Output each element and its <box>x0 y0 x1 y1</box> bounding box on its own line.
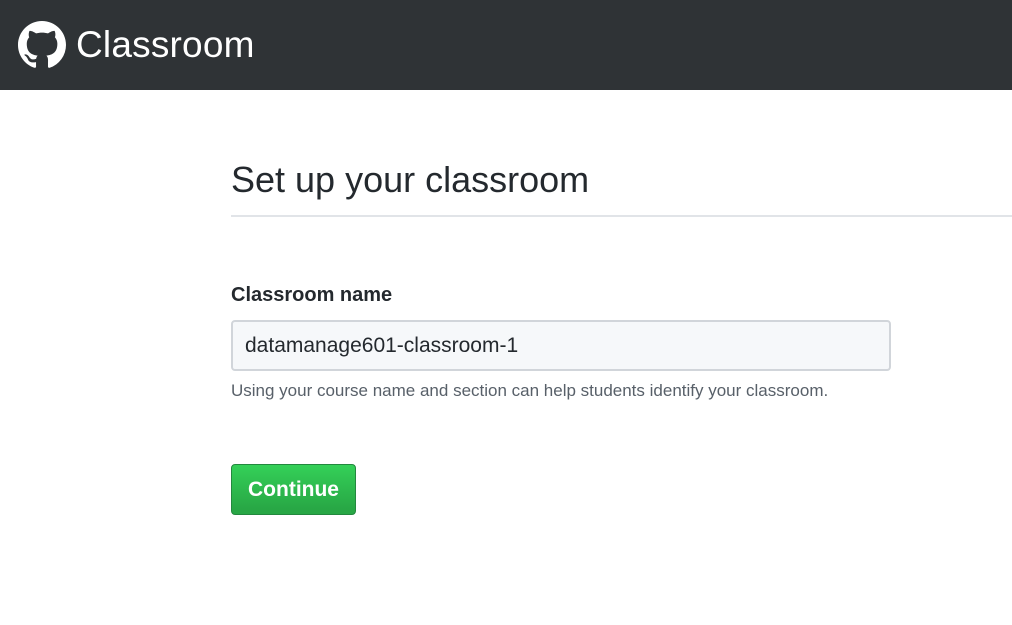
top-header: Classroom <box>0 0 1012 90</box>
setup-classroom-panel: Set up your classroom Classroom name Usi… <box>231 90 1012 515</box>
classroom-name-hint: Using your course name and section can h… <box>231 381 829 400</box>
continue-button[interactable]: Continue <box>231 464 356 515</box>
brand-title: Classroom <box>76 24 255 65</box>
classroom-name-input[interactable] <box>231 320 891 371</box>
classroom-name-label: Classroom name <box>231 284 393 306</box>
title-divider <box>231 215 1012 217</box>
setup-classroom-form: Classroom name Using your course name an… <box>231 283 1012 515</box>
page-title: Set up your classroom <box>231 159 590 200</box>
github-logo-icon <box>18 21 66 69</box>
home-link[interactable]: Classroom <box>18 21 255 69</box>
